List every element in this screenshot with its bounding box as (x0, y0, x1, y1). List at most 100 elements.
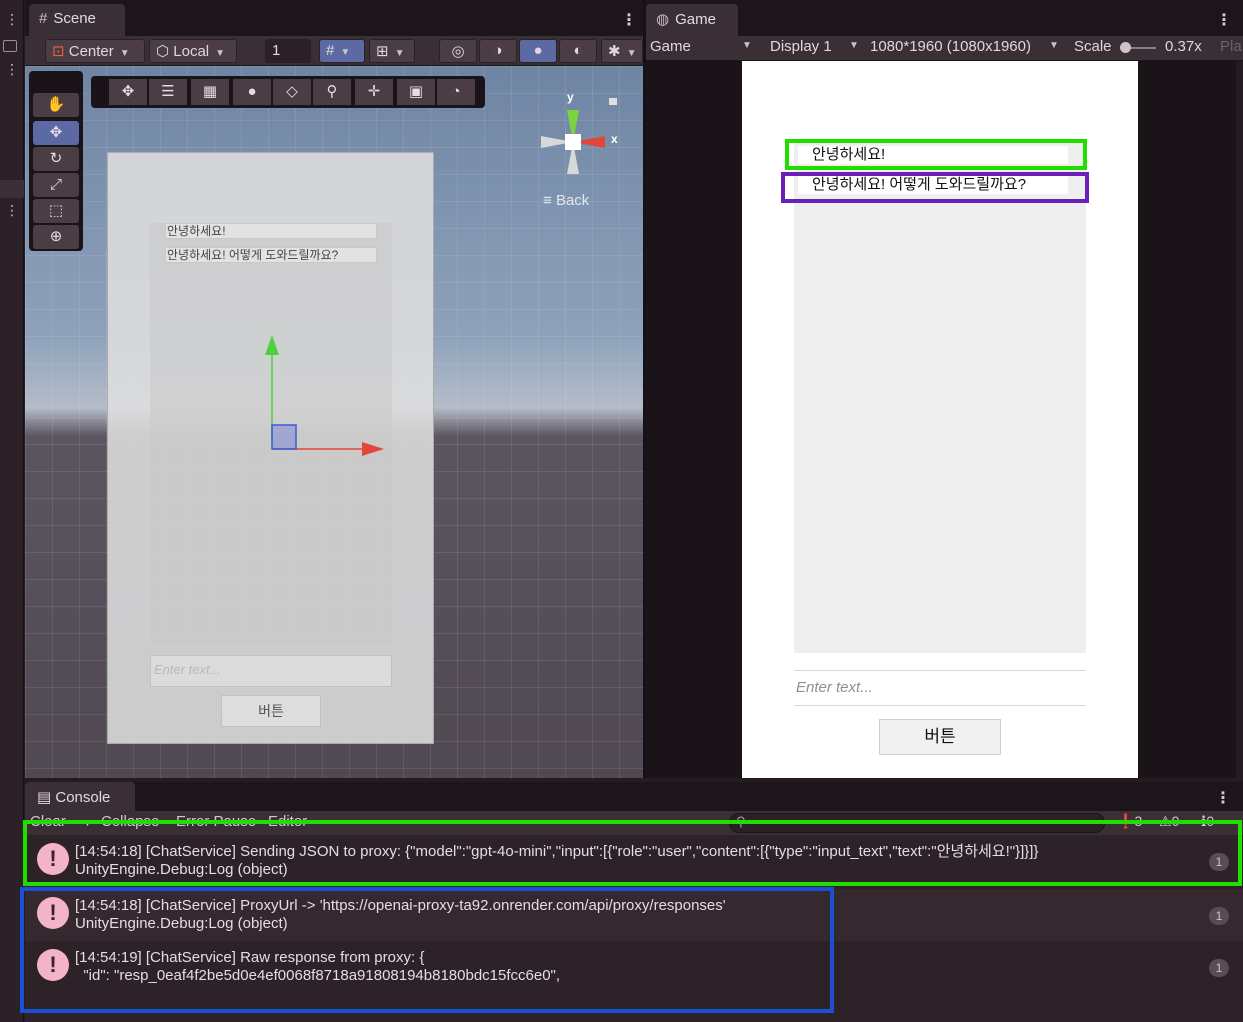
scale-tool[interactable]: ⤢ (33, 173, 79, 197)
chevron-down-icon[interactable]: ▼ (83, 818, 92, 828)
resolution-label: 1080*1960 (1080x1960) (870, 38, 1031, 55)
grid-size-field[interactable]: 1 (265, 39, 311, 63)
space-dropdown[interactable]: ⬡ Local ▼ (149, 39, 237, 63)
circle-icon: ● (247, 83, 257, 100)
overlay-search-button[interactable]: ⚲ (313, 79, 351, 105)
chevron-down-icon: ▼ (626, 48, 637, 59)
orientation-gizmo[interactable]: y x ≡ Back (531, 88, 631, 218)
axis-x-label: x (611, 132, 618, 146)
message-count-toggle[interactable]: ℹ0 (1201, 813, 1214, 830)
chevron-down-icon: ▼ (394, 48, 405, 59)
rotate-tool[interactable]: ↻ (33, 147, 79, 171)
pivot-dropdown[interactable]: ⊡ Center ▼ (45, 39, 145, 63)
overlay-pivot-button[interactable]: ✛ (355, 79, 393, 105)
chevron-down-icon: ▼ (340, 47, 351, 58)
clear-button[interactable]: Clear (30, 813, 66, 830)
overlay-compass-button[interactable]: ◔ (437, 79, 475, 105)
overlay-layers-button[interactable]: ◇ (273, 79, 311, 105)
tab-console[interactable]: ▤ Console (25, 782, 135, 811)
x-axis-arrow-icon (362, 442, 384, 456)
dock-band (0, 180, 24, 198)
error-icon: ❗ (1117, 813, 1135, 829)
scene-button[interactable]: 버튼 (221, 695, 321, 727)
send-button[interactable]: 버튼 (879, 719, 1001, 755)
tab-game[interactable]: ◍ Game (646, 4, 738, 36)
log-entry[interactable]: ! [14:54:18] [ChatService] Sending JSON … (25, 835, 1243, 887)
grid-icon: # (39, 10, 48, 27)
search-icon: ⚲ (326, 83, 338, 100)
scene-input-field[interactable]: Enter text... (150, 655, 392, 687)
console-search-input[interactable]: ⚲ (729, 813, 1105, 833)
increment-snap-toggle[interactable]: ⊞ ▼ (369, 39, 415, 63)
menu-icon: ≡ (543, 192, 552, 209)
overlay-camera-button[interactable]: ▣ (397, 79, 435, 105)
log-count-badge: 1 (1209, 853, 1229, 871)
pivot-icon: ⊡ (52, 43, 65, 60)
axes-icon: ✛ (367, 83, 381, 100)
maximize-icon[interactable] (3, 40, 17, 52)
grid-snap-toggle[interactable]: # ▼ (319, 39, 365, 63)
overlay-align-button[interactable]: ☰ (149, 79, 187, 105)
log-line-1: [14:54:18] [ChatService] ProxyUrl -> 'ht… (75, 897, 726, 914)
transform-gizmo[interactable] (258, 331, 398, 461)
game-viewport[interactable]: 안녕하세요! 안녕하세요! 어떻게 도와드릴까요? Enter text... … (646, 61, 1236, 778)
error-icon: ! (37, 897, 69, 929)
log-line-2: "id": "resp_0eaf4f2be5d0e4ef0068f8718a91… (75, 967, 561, 984)
camera-icon: ▣ (408, 83, 424, 100)
grid-hatch-icon: ▦ (202, 83, 218, 100)
chat-message-2: 안녕하세요! 어떻게 도와드릴까요? (798, 176, 1068, 194)
game-mode-dropdown[interactable]: Game (650, 38, 691, 55)
scene-toolbar: ⊡ Center ▼ ⬡ Local ▼ 1 # ▼ ⊞ ▼ ◎ ◑ ● ◐ ✱ ▼ (25, 36, 643, 66)
kebab-menu-icon[interactable]: ⋮ (621, 10, 637, 30)
unlit-button[interactable]: ◐ (559, 39, 597, 63)
chevron-down-icon: ▼ (849, 40, 859, 51)
log-entry[interactable]: ! [14:54:19] [ChatService] Raw response … (25, 941, 1243, 993)
kebab-menu-icon[interactable]: ⋮ (1215, 788, 1231, 808)
display-dropdown[interactable]: Display 1 (770, 38, 832, 55)
overlay-grid-button[interactable]: ▦ (191, 79, 229, 105)
editor-dropdown[interactable]: Editor (268, 813, 307, 830)
kebab-menu-icon[interactable]: ⋮ (1216, 10, 1232, 30)
scale-slider-thumb[interactable] (1120, 42, 1131, 53)
scene-viewport[interactable]: ✋ ✥ ↻ ⤢ ⬚ ⊕ ✥ ☰ ▦ ● ◇ ⚲ ✛ ▣ ◔ 안녕하세요! 안녕하… (25, 66, 643, 778)
resolution-dropdown[interactable]: 1080*1960 (1080x1960) (870, 38, 1031, 55)
kebab-menu-icon[interactable]: ⋮ (5, 203, 19, 217)
search-icon: ⚲ (736, 814, 746, 829)
transform-tool[interactable]: ⊕ (33, 225, 79, 249)
wireframe-button[interactable]: ◎ (439, 39, 477, 63)
grid-size-value: 1 (272, 42, 281, 59)
overlay-sphere-button[interactable]: ● (233, 79, 271, 105)
move-tool[interactable]: ✥ (33, 121, 79, 145)
log-count-badge: 1 (1209, 907, 1229, 925)
kebab-menu-icon[interactable]: ⋮ (5, 62, 19, 76)
move-icon: ✥ (121, 83, 135, 100)
game-tabbar: ◍ Game ⋮ (646, 0, 1243, 36)
error-count: 3 (1134, 813, 1143, 829)
debug-draw-dropdown[interactable]: ✱ ▼ (601, 39, 643, 63)
warning-count-toggle[interactable]: ⚠0 (1159, 813, 1179, 830)
log-line-1: [14:54:18] [ChatService] Sending JSON to… (75, 843, 1039, 860)
tab-console-label: Console (55, 789, 111, 806)
y-axis-arrow-icon (265, 335, 279, 355)
log-entry[interactable]: ! [14:54:18] [ChatService] ProxyUrl -> '… (25, 889, 1243, 941)
hand-tool[interactable]: ✋ (33, 93, 79, 117)
scene-canvas[interactable]: 안녕하세요! 안녕하세요! 어떻게 도와드릴까요? Enter text... … (107, 152, 434, 744)
shaded-button[interactable]: ● (519, 39, 557, 63)
axis-y-label: y (567, 90, 574, 104)
chat-message-area (794, 141, 1086, 653)
warning-icon: ⚠ (1159, 813, 1172, 829)
kebab-menu-icon[interactable]: ⋮ (5, 12, 19, 26)
left-dock-strip: ⋮ ⋮ ⋮ (0, 0, 24, 1022)
orientation-label[interactable]: ≡ Back (543, 192, 589, 209)
rect-tool[interactable]: ⬚ (33, 199, 79, 223)
play-focus-dropdown[interactable]: Pla (1220, 38, 1242, 55)
collapse-button[interactable]: Collapse (101, 813, 159, 830)
align-icon: ☰ (161, 83, 175, 100)
orientation-back-label: Back (555, 192, 590, 209)
tab-scene[interactable]: # Scene (29, 4, 125, 36)
error-count-toggle[interactable]: ❗3 (1117, 813, 1142, 830)
shaded-wireframe-button[interactable]: ◑ (479, 39, 517, 63)
chat-input-field[interactable]: Enter text... (794, 670, 1086, 706)
error-pause-button[interactable]: Error Pause (176, 813, 256, 830)
overlay-move-button[interactable]: ✥ (109, 79, 147, 105)
